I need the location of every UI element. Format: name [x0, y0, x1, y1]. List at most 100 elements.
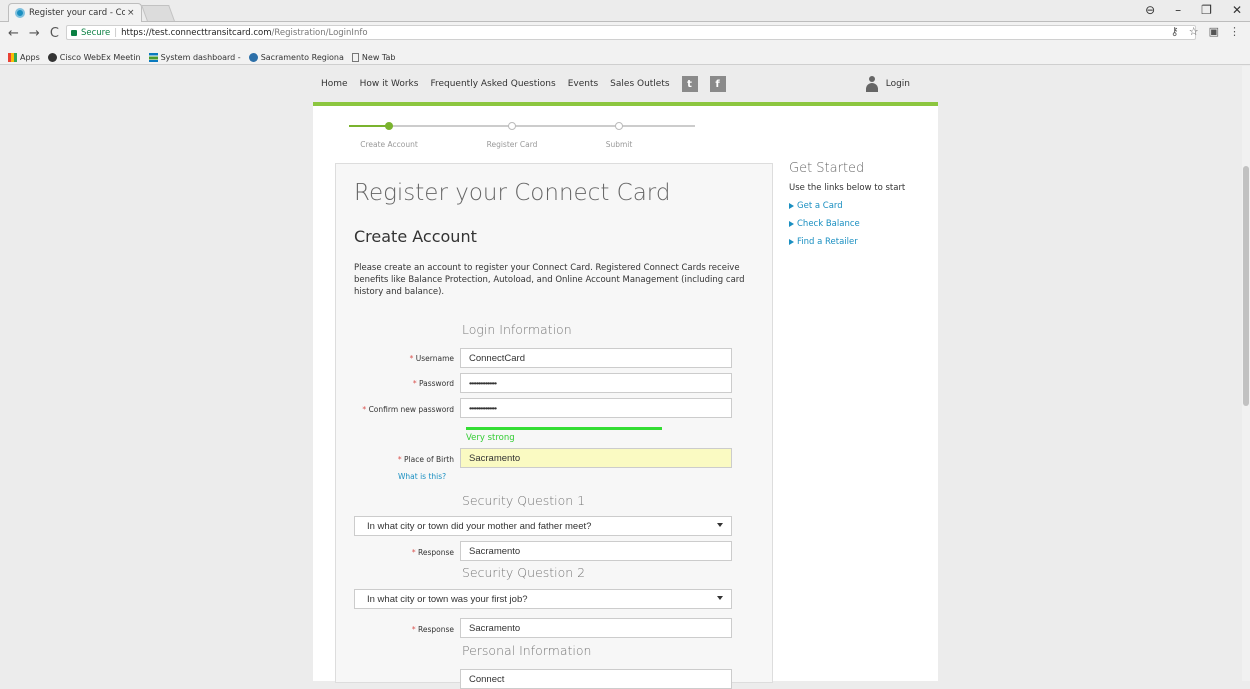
url-separator: |: [114, 27, 118, 38]
response-1-input[interactable]: Sacramento: [460, 541, 732, 561]
back-icon[interactable]: ←: [8, 26, 19, 41]
profile-icon[interactable]: ⊖: [1145, 3, 1155, 17]
browser-toolbar: ← → C Secure | https://test.connecttrans…: [0, 22, 1250, 50]
password-input[interactable]: •••••••••••••••: [460, 373, 732, 393]
place-of-birth-label: * Place of Birth: [397, 455, 454, 464]
url-path: /Registration/LoginInfo: [271, 27, 368, 38]
window-controls: ⊖ – ❐ ✕: [1145, 3, 1242, 17]
site-favicon-icon: [15, 8, 25, 18]
check-balance-link[interactable]: Check Balance: [789, 219, 929, 229]
sidebar-subtitle: Use the links below to start: [789, 183, 906, 193]
step-label: Submit: [605, 140, 633, 149]
login-label: Login: [885, 79, 910, 89]
first-name-input[interactable]: Connect: [460, 669, 732, 689]
webex-icon: [47, 52, 57, 62]
key-icon[interactable]: ⚷: [1171, 25, 1179, 38]
response-2-input[interactable]: Sacramento: [460, 618, 732, 638]
forward-icon[interactable]: →: [29, 26, 40, 41]
secure-label: Secure: [81, 27, 111, 38]
bookmark-system-dashboard[interactable]: System dashboard -: [148, 52, 241, 62]
get-started-sidebar: Get Started Use the links below to start…: [789, 161, 929, 247]
triangle-right-icon: [789, 221, 794, 227]
password-strength-meter: [466, 427, 662, 430]
apps-grid-icon: [8, 52, 17, 62]
site-nav: Home How it Works Frequently Asked Quest…: [313, 66, 938, 102]
twitter-icon[interactable]: t: [681, 76, 698, 92]
step-dot-active: [385, 122, 393, 130]
place-of-birth-input[interactable]: Sacramento: [460, 448, 732, 468]
chevron-down-icon: [717, 523, 723, 527]
username-label: * Username: [409, 354, 454, 363]
registration-form: Register your Connect Card Create Accoun…: [335, 163, 773, 689]
response-1-label: * Response: [411, 548, 454, 557]
main-content: Create Account Register Card Submit Regi…: [313, 106, 938, 689]
security-question-1-select[interactable]: In what city or town did your mother and…: [354, 516, 732, 536]
login-info-heading: Login Information: [462, 322, 572, 337]
tab-title: Register your card - Conn: [29, 8, 125, 18]
nav-faq[interactable]: Frequently Asked Questions: [430, 79, 555, 89]
address-bar[interactable]: Secure | https://test.connecttransitcard…: [66, 25, 1196, 40]
bookmark-apps[interactable]: Apps: [8, 52, 40, 62]
chevron-down-icon: [717, 596, 723, 600]
login-link[interactable]: Login: [865, 76, 910, 92]
facebook-icon[interactable]: f: [709, 76, 726, 92]
nav-how-it-works[interactable]: How it Works: [360, 79, 419, 89]
minimize-icon[interactable]: –: [1175, 3, 1181, 17]
toolbar-right-icons: ⚷ ☆ ▣ ⋮: [1171, 25, 1240, 38]
password-label: * Password: [412, 379, 454, 388]
nav-home[interactable]: Home: [321, 79, 348, 89]
bookmark-new-tab[interactable]: New Tab: [351, 52, 395, 62]
browser-tabstrip: Register your card - Conn × ⊖ – ❐ ✕: [0, 0, 1250, 22]
tab-close-icon[interactable]: ×: [127, 8, 135, 18]
restore-icon[interactable]: ❐: [1201, 3, 1212, 17]
dashboard-icon: [148, 52, 158, 62]
page-scrollbar[interactable]: [1242, 66, 1250, 681]
browser-tab[interactable]: Register your card - Conn ×: [8, 3, 142, 22]
section-heading: Create Account: [354, 227, 477, 246]
user-icon: [865, 76, 878, 92]
close-window-icon[interactable]: ✕: [1232, 3, 1242, 17]
step-dot: [615, 122, 623, 130]
nav-buttons: ← → C: [8, 26, 59, 41]
personal-info-heading: Personal Information: [462, 643, 592, 658]
get-a-card-link[interactable]: Get a Card: [789, 201, 929, 211]
nav-sales-outlets[interactable]: Sales Outlets: [610, 79, 669, 89]
site-container: Home How it Works Frequently Asked Quest…: [313, 66, 938, 689]
security-question-2-heading: Security Question 2: [462, 565, 586, 580]
nav-events[interactable]: Events: [568, 79, 598, 89]
bookmark-sacramento[interactable]: Sacramento Regiona: [248, 52, 344, 62]
bookmark-webex[interactable]: Cisco WebEx Meetin: [47, 52, 141, 62]
find-a-retailer-link[interactable]: Find a Retailer: [789, 237, 929, 247]
page-viewport: Home How it Works Frequently Asked Quest…: [0, 66, 1242, 689]
triangle-right-icon: [789, 203, 794, 209]
confirm-password-input[interactable]: •••••••••••••••: [460, 398, 732, 418]
intro-text: Please create an account to register you…: [354, 263, 745, 297]
url-host: https://test.connecttransitcard.com: [121, 27, 272, 38]
page-title: Register your Connect Card: [354, 180, 671, 206]
password-strength-text: Very strong: [466, 433, 515, 443]
new-tab-button[interactable]: [141, 5, 175, 21]
step-label: Register Card: [486, 140, 538, 149]
response-2-label: * Response: [411, 625, 454, 634]
globe-icon: [248, 52, 258, 62]
username-input[interactable]: ConnectCard: [460, 348, 732, 368]
what-is-this-link[interactable]: What is this?: [398, 472, 446, 481]
sidebar-title: Get Started: [789, 161, 865, 176]
progress-line-remaining: [389, 125, 695, 127]
star-icon[interactable]: ☆: [1189, 25, 1199, 38]
confirm-password-label: * Confirm new password: [362, 405, 454, 414]
menu-icon[interactable]: ⋮: [1229, 25, 1240, 38]
page-icon: [351, 52, 359, 62]
triangle-right-icon: [789, 239, 794, 245]
scrollbar-thumb[interactable]: [1243, 166, 1249, 406]
reload-icon[interactable]: C: [50, 26, 59, 41]
step-dot: [508, 122, 516, 130]
bookmarks-bar: Apps Cisco WebEx Meetin System dashboard…: [0, 50, 1250, 65]
progress-line-complete: [349, 125, 389, 127]
security-question-1-heading: Security Question 1: [462, 493, 586, 508]
lock-icon: [71, 29, 77, 36]
security-question-2-select[interactable]: In what city or town was your first job?: [354, 589, 732, 609]
step-label: Create Account: [360, 140, 418, 149]
extension-icon[interactable]: ▣: [1209, 25, 1219, 38]
progress-steps: Create Account Register Card Submit: [349, 122, 695, 152]
